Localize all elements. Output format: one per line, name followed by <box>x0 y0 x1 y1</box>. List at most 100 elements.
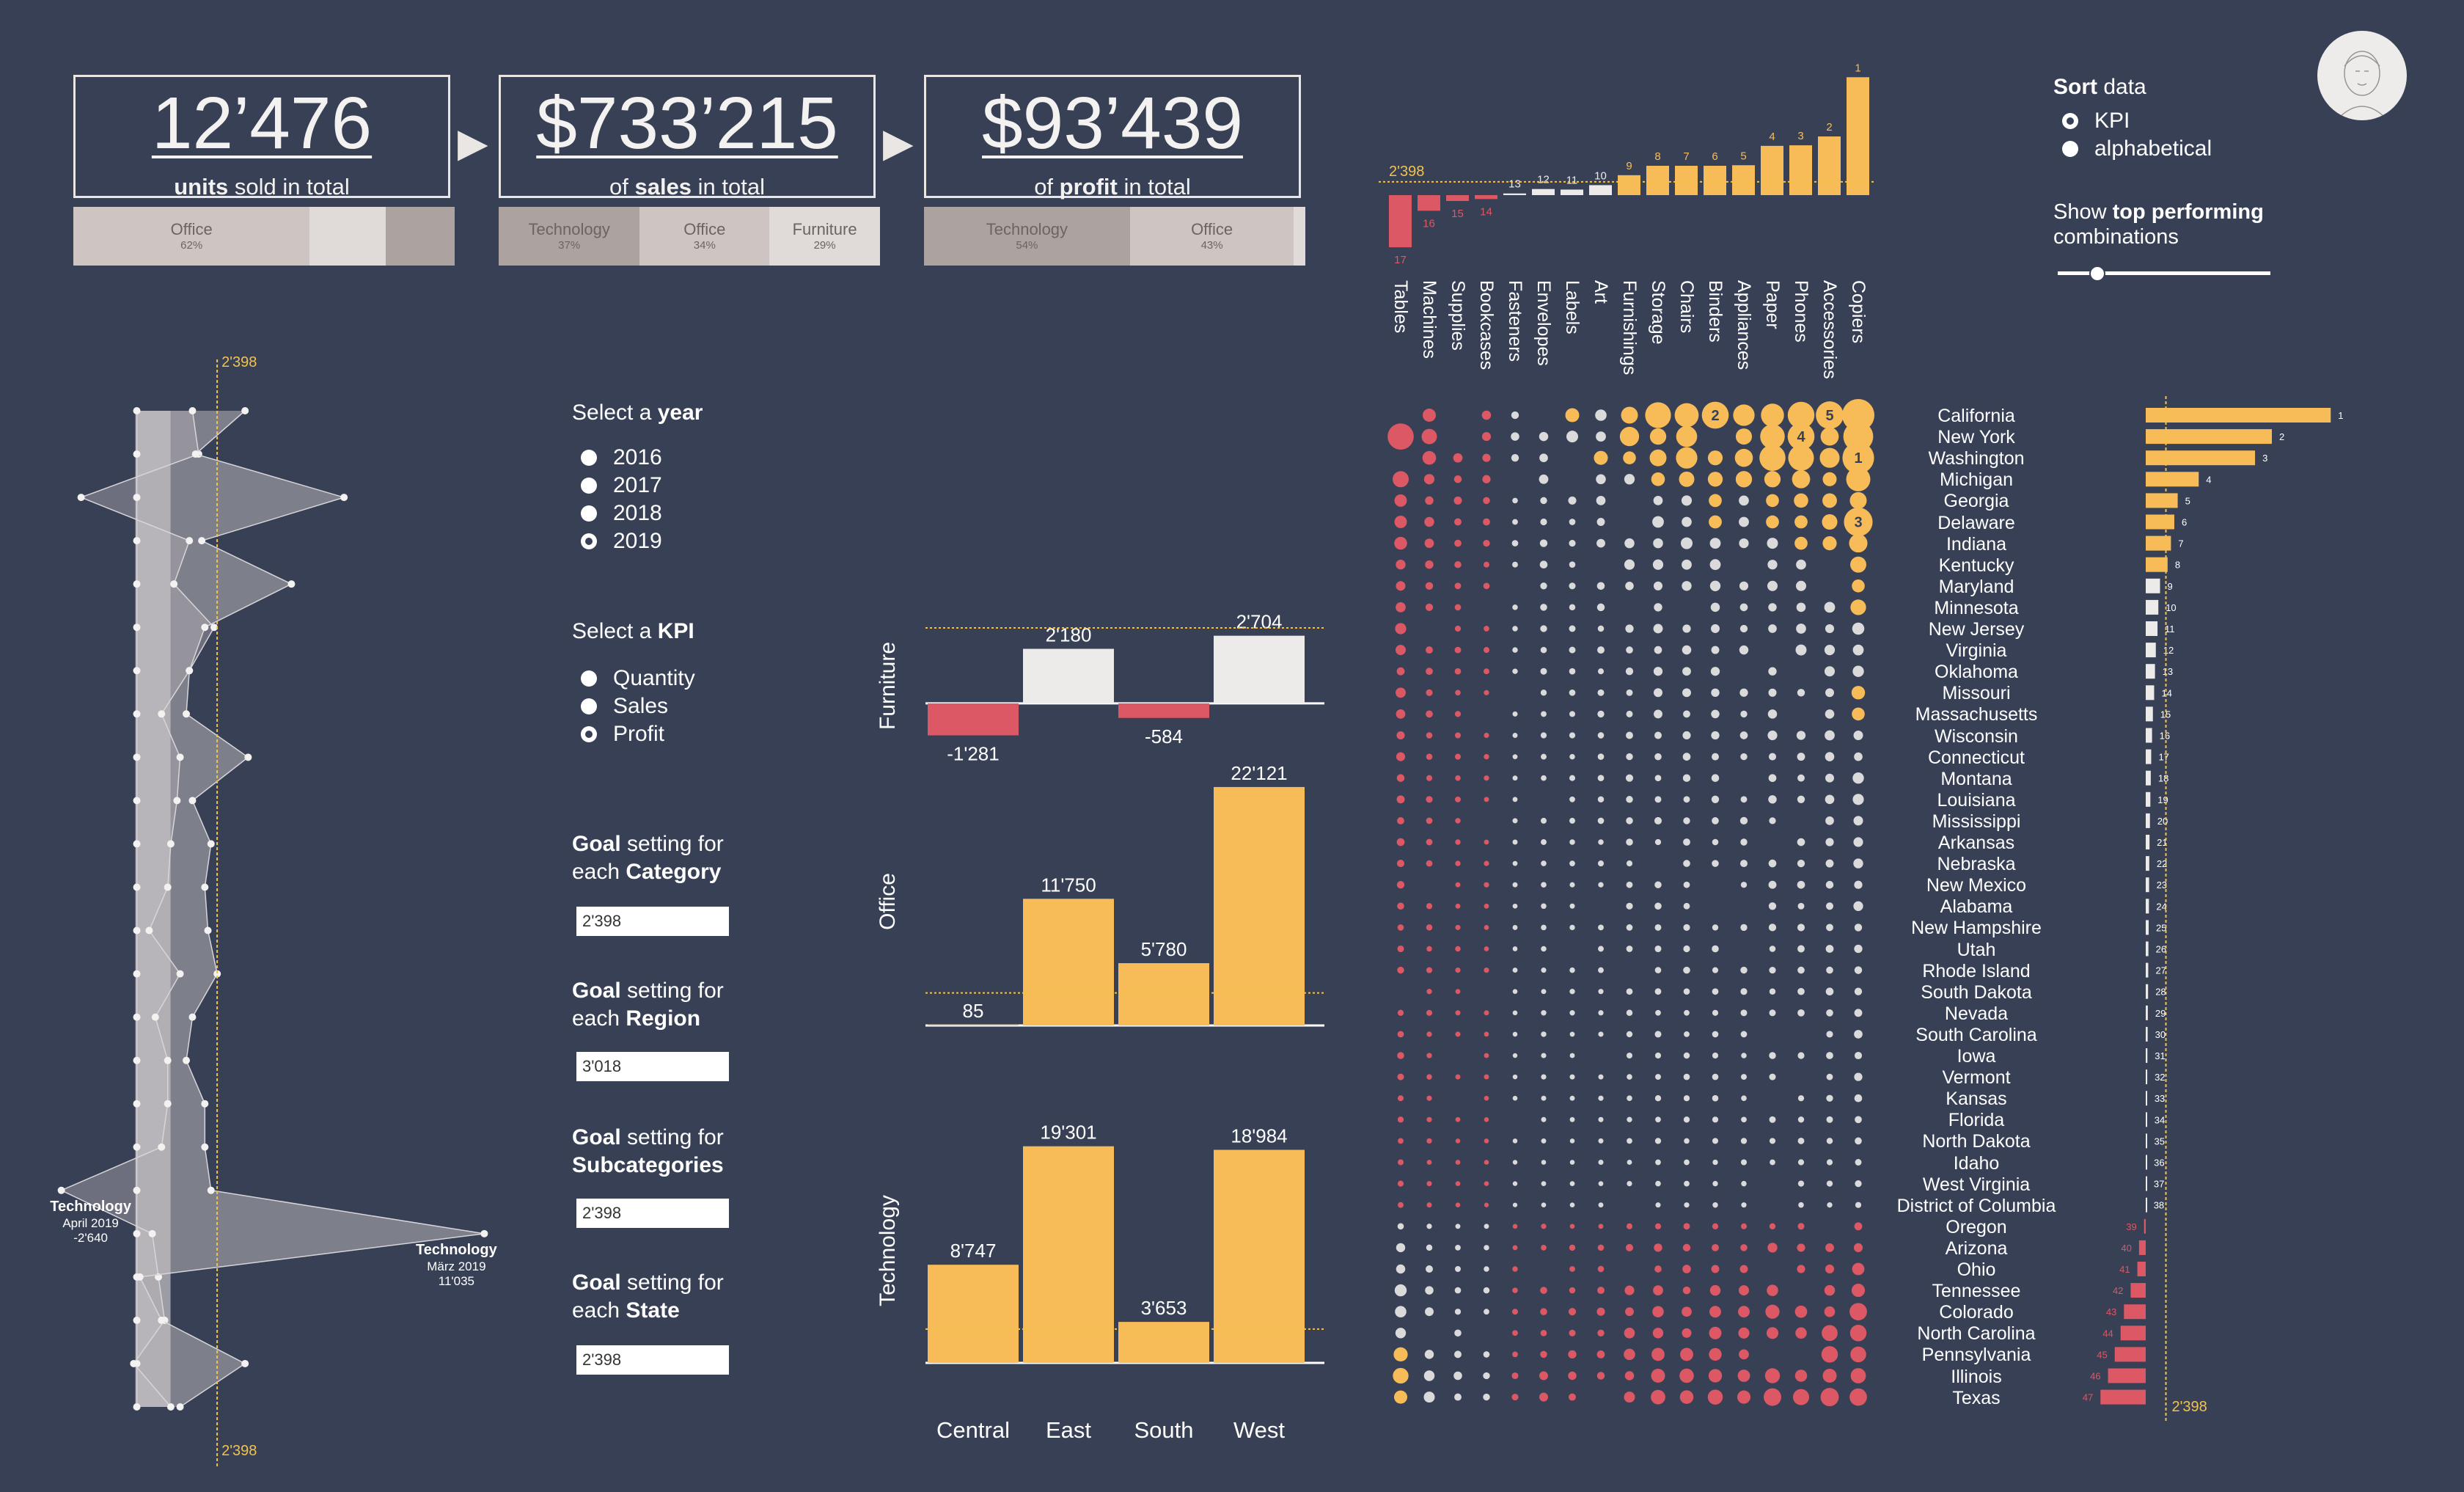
state-label[interactable]: California <box>1877 405 2075 427</box>
state-label[interactable]: Kentucky <box>1877 555 2075 577</box>
share-segment[interactable] <box>386 207 455 266</box>
year-option[interactable]: 2019 <box>581 527 662 555</box>
matrix-dot <box>1425 603 1434 611</box>
avatar[interactable] <box>2317 31 2407 120</box>
year-option[interactable]: 2016 <box>581 444 662 472</box>
kpi-sales-card[interactable]: $733’215 of sales in total <box>499 75 876 200</box>
share-segment[interactable]: Office 34% <box>639 207 770 266</box>
state-label[interactable]: Ohio <box>1877 1259 2075 1281</box>
radio-icon[interactable] <box>581 478 597 494</box>
state-label[interactable]: New York <box>1877 426 2075 448</box>
state-label[interactable]: Nevada <box>1877 1003 2075 1025</box>
state-label[interactable]: Colorado <box>1877 1301 2075 1323</box>
matrix-dot <box>1653 624 1663 634</box>
state-label[interactable]: Iowa <box>1877 1045 2075 1067</box>
share-segment[interactable] <box>1294 207 1305 266</box>
state-label[interactable]: South Carolina <box>1877 1024 2075 1046</box>
state-bar <box>2146 813 2150 828</box>
state-label[interactable]: District of Columbia <box>1877 1195 2075 1217</box>
kpi-option[interactable]: Quantity <box>581 665 695 692</box>
state-label[interactable]: Montana <box>1877 768 2075 790</box>
radio-icon[interactable] <box>2062 141 2078 157</box>
radio-icon[interactable] <box>581 450 597 466</box>
share-segment[interactable]: Technology 54% <box>924 207 1130 266</box>
state-label[interactable]: Minnesota <box>1877 597 2075 619</box>
state-label[interactable]: North Dakota <box>1877 1130 2075 1152</box>
goal-category-input[interactable] <box>576 907 729 936</box>
state-label[interactable]: Utah <box>1877 939 2075 961</box>
state-label[interactable]: North Carolina <box>1877 1323 2075 1345</box>
state-label[interactable]: Texas <box>1877 1387 2075 1409</box>
radio-icon[interactable] <box>581 505 597 522</box>
radio-icon[interactable] <box>2062 113 2078 129</box>
sales-category-share-bar[interactable]: Technology 37% Office 34% Furniture 29% <box>499 207 880 266</box>
state-label[interactable]: Michigan <box>1877 469 2075 491</box>
matrix-dot <box>1396 687 1406 698</box>
state-label[interactable]: Arkansas <box>1877 832 2075 854</box>
state-label[interactable]: Delaware <box>1877 512 2075 534</box>
state-label[interactable]: Florida <box>1877 1109 2075 1131</box>
kpi-option[interactable]: Profit <box>581 720 695 748</box>
share-segment[interactable]: Office 43% <box>1129 207 1294 266</box>
state-label[interactable]: New Jersey <box>1877 618 2075 640</box>
state-label[interactable]: Mississippi <box>1877 811 2075 833</box>
state-label[interactable]: New Hampshire <box>1877 917 2075 939</box>
profit-category-share-bar[interactable]: Technology 54% Office 43% <box>924 207 1305 266</box>
state-label[interactable]: Tennessee <box>1877 1280 2075 1302</box>
matrix-dot <box>1483 1393 1490 1401</box>
state-label[interactable]: Louisiana <box>1877 789 2075 811</box>
matrix-dot <box>1822 1325 1838 1342</box>
state-label[interactable]: Georgia <box>1877 490 2075 512</box>
state-label[interactable]: South Dakota <box>1877 981 2075 1003</box>
state-label[interactable]: Connecticut <box>1877 747 2075 769</box>
units-category-share-bar[interactable]: Office 62% <box>73 207 455 266</box>
matrix-dot <box>1397 1073 1404 1080</box>
state-label[interactable]: Illinois <box>1877 1366 2075 1388</box>
year-option[interactable]: 2018 <box>581 500 662 527</box>
state-label[interactable]: Wisconsin <box>1877 725 2075 747</box>
matrix-dot <box>1626 860 1633 867</box>
state-label[interactable]: Washington <box>1877 447 2075 469</box>
subcategory-bar <box>1618 175 1640 195</box>
kpi-units-card[interactable]: 12’476 units sold in total <box>73 75 450 200</box>
top-combinations-slider-handle[interactable] <box>2089 266 2106 282</box>
state-label[interactable]: West Virginia <box>1877 1174 2075 1196</box>
radio-icon[interactable] <box>581 533 597 549</box>
share-segment[interactable]: Technology 37% <box>499 207 640 266</box>
state-label[interactable]: Massachusetts <box>1877 703 2075 725</box>
kpi-option[interactable]: Sales <box>581 692 695 720</box>
share-segment[interactable] <box>309 207 386 266</box>
state-label[interactable]: Kansas <box>1877 1088 2075 1110</box>
state-label[interactable]: Oklahoma <box>1877 661 2075 683</box>
share-segment[interactable]: Furniture 29% <box>769 207 880 266</box>
matrix-dot <box>1626 753 1633 761</box>
state-label[interactable]: Alabama <box>1877 896 2075 918</box>
state-label[interactable]: New Mexico <box>1877 874 2075 896</box>
share-segment[interactable]: Office 62% <box>73 207 310 266</box>
matrix-dot <box>1484 925 1489 930</box>
state-label[interactable]: Vermont <box>1877 1067 2075 1089</box>
goal-state-input[interactable] <box>576 1345 729 1375</box>
state-label[interactable]: Indiana <box>1877 533 2075 555</box>
state-label[interactable]: Idaho <box>1877 1152 2075 1174</box>
state-label[interactable]: Rhode Island <box>1877 960 2075 982</box>
sort-option[interactable]: KPI <box>2062 107 2212 135</box>
state-label[interactable]: Pennsylvania <box>1877 1344 2075 1366</box>
kpi-profit-card[interactable]: $93’439 of profit in total <box>924 75 1301 200</box>
state-label[interactable]: Missouri <box>1877 682 2075 704</box>
year-option[interactable]: 2017 <box>581 472 662 500</box>
goal-region-input[interactable] <box>576 1052 729 1081</box>
radio-icon[interactable] <box>581 698 597 714</box>
goal-subcategory-input[interactable] <box>576 1199 729 1228</box>
radio-icon[interactable] <box>581 726 597 742</box>
sort-option[interactable]: alphabetical <box>2062 135 2212 163</box>
state-label[interactable]: Nebraska <box>1877 853 2075 875</box>
matrix-dot <box>1512 668 1518 674</box>
matrix-dot <box>1426 946 1432 952</box>
state-label[interactable]: Arizona <box>1877 1237 2075 1259</box>
matrix-dot <box>1423 1370 1435 1381</box>
radio-icon[interactable] <box>581 670 597 687</box>
state-label[interactable]: Oregon <box>1877 1216 2075 1238</box>
state-label[interactable]: Maryland <box>1877 576 2075 598</box>
state-label[interactable]: Virginia <box>1877 640 2075 662</box>
